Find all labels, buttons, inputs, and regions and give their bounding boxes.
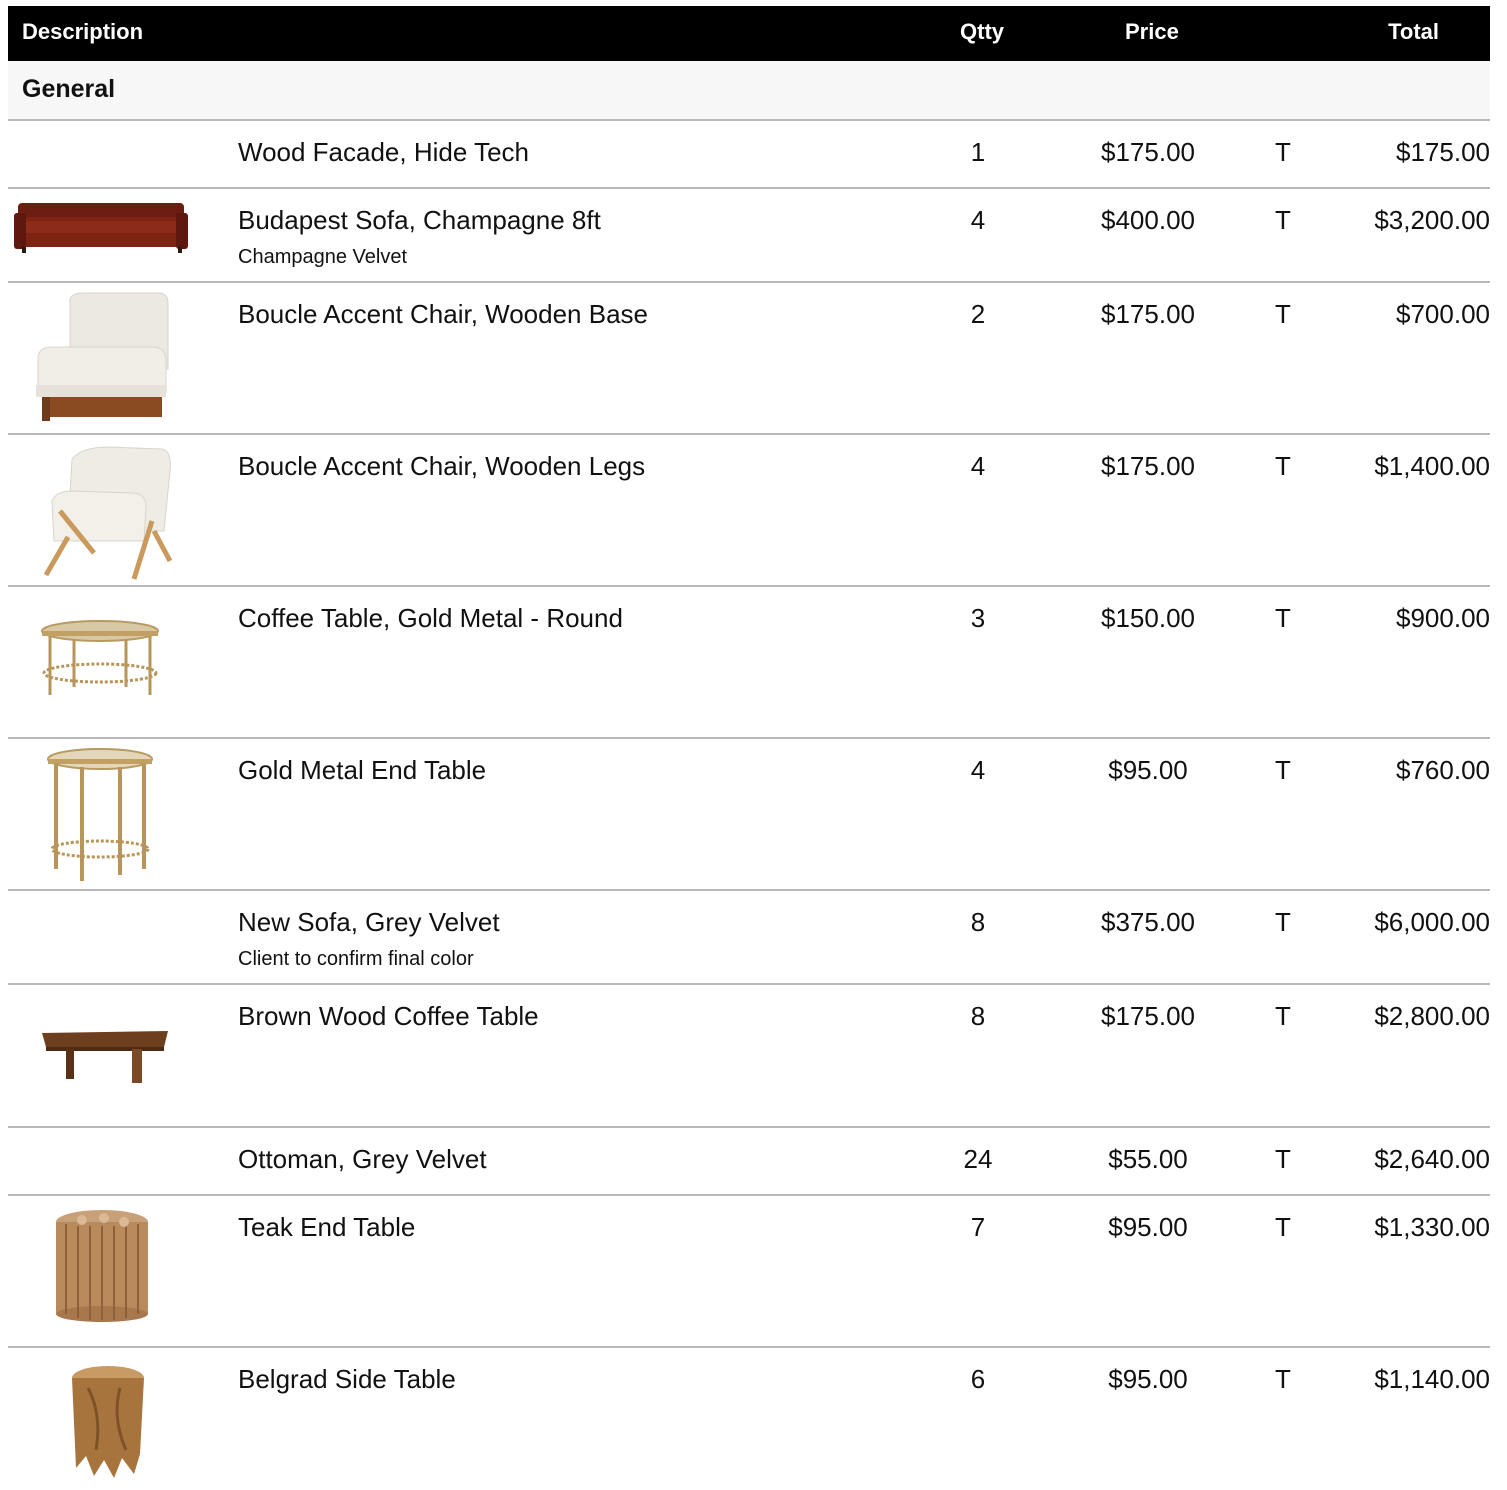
header-total: Total: [1388, 19, 1439, 44]
item-qty: 7: [970, 1212, 986, 1242]
item-tax-flag: T: [1275, 755, 1291, 785]
item-total: $1,400.00: [1374, 451, 1490, 481]
item-name: Wood Facade, Hide Tech: [238, 137, 529, 167]
teak-log-end-table-icon: [12, 1202, 194, 1332]
item-total: $760.00: [1396, 755, 1490, 785]
item-total: $175.00: [1396, 137, 1490, 167]
item-price: $175.00: [1101, 299, 1195, 329]
item-tax-flag: T: [1275, 1212, 1291, 1242]
table-row[interactable]: Budapest Sofa, Champagne 8ft Champagne V…: [8, 189, 1490, 283]
item-qty: 4: [970, 755, 986, 785]
item-note: Champagne Velvet: [238, 246, 408, 268]
quote-table: Description Qtty Price Total General Woo…: [8, 6, 1490, 1488]
item-tax-flag: T: [1275, 1144, 1291, 1174]
item-name: Boucle Accent Chair, Wooden Legs: [238, 451, 646, 481]
table-row[interactable]: Ottoman, Grey Velvet 24 $55.00 T $2,640.…: [8, 1128, 1490, 1196]
item-name: Belgrad Side Table: [238, 1364, 456, 1394]
item-price: $95.00: [1108, 1364, 1188, 1394]
item-total: $2,800.00: [1374, 1001, 1490, 1031]
item-price: $55.00: [1108, 1144, 1188, 1174]
rust-velvet-sofa-icon: [12, 195, 194, 265]
item-name: Brown Wood Coffee Table: [238, 1001, 539, 1031]
table-header: Description Qtty Price Total: [8, 6, 1490, 61]
item-tax-flag: T: [1275, 137, 1291, 167]
item-tax-flag: T: [1275, 299, 1291, 329]
table-row[interactable]: Coffee Table, Gold Metal - Round 3 $150.…: [8, 587, 1490, 739]
brown-wood-coffee-table-icon: [12, 991, 194, 1121]
item-total: $3,200.00: [1374, 205, 1490, 235]
item-total: $900.00: [1396, 603, 1490, 633]
item-price: $95.00: [1108, 1212, 1188, 1242]
item-qty: 1: [970, 137, 986, 167]
item-note: Client to confirm final color: [238, 948, 474, 970]
item-total: $6,000.00: [1374, 907, 1490, 937]
header-description: Description: [22, 19, 144, 44]
header-qty: Qtty: [960, 19, 1004, 44]
item-price: $175.00: [1101, 137, 1195, 167]
item-price: $175.00: [1101, 1001, 1195, 1031]
item-qty: 8: [970, 907, 986, 937]
item-total: $2,640.00: [1374, 1144, 1490, 1174]
table-row[interactable]: Boucle Accent Chair, Wooden Base 2 $175.…: [8, 283, 1490, 435]
table-row[interactable]: Belgrad Side Table 6 $95.00 T $1,140.00: [8, 1348, 1490, 1488]
boucle-chair-wood-base-icon: [12, 289, 194, 429]
item-tax-flag: T: [1275, 451, 1291, 481]
item-name: Budapest Sofa, Champagne 8ft: [238, 205, 601, 235]
item-total: $1,140.00: [1374, 1364, 1490, 1394]
item-name: New Sofa, Grey Velvet: [238, 907, 500, 937]
item-qty: 4: [970, 451, 986, 481]
item-name: Teak End Table: [238, 1212, 416, 1242]
item-qty: 2: [970, 299, 986, 329]
item-name: Coffee Table, Gold Metal - Round: [238, 603, 623, 633]
table-row[interactable]: New Sofa, Grey Velvet Client to confirm …: [8, 891, 1490, 985]
item-price: $375.00: [1101, 907, 1195, 937]
item-tax-flag: T: [1275, 603, 1291, 633]
item-name: Boucle Accent Chair, Wooden Base: [238, 299, 648, 329]
item-tax-flag: T: [1275, 1001, 1291, 1031]
item-tax-flag: T: [1275, 205, 1291, 235]
item-total: $1,330.00: [1374, 1212, 1490, 1242]
teak-stump-side-table-icon: [12, 1354, 194, 1484]
section-title: General: [22, 75, 116, 103]
gold-round-coffee-table-icon: [12, 593, 194, 723]
item-qty: 3: [970, 603, 986, 633]
item-qty: 24: [963, 1144, 993, 1174]
item-price: $400.00: [1101, 205, 1195, 235]
item-name: Gold Metal End Table: [238, 755, 487, 785]
item-qty: 8: [970, 1001, 986, 1031]
gold-end-table-icon: [12, 745, 194, 885]
table-row[interactable]: Boucle Accent Chair, Wooden Legs 4 $175.…: [8, 435, 1490, 587]
boucle-chair-wood-legs-icon: [12, 441, 194, 581]
item-price: $175.00: [1101, 451, 1195, 481]
table-row[interactable]: Gold Metal End Table 4 $95.00 T $760.00: [8, 739, 1490, 891]
item-name: Ottoman, Grey Velvet: [238, 1144, 487, 1174]
item-qty: 6: [970, 1364, 986, 1394]
section-header: General: [8, 61, 1490, 121]
table-row[interactable]: Brown Wood Coffee Table 8 $175.00 T $2,8…: [8, 985, 1490, 1128]
item-price: $95.00: [1108, 755, 1188, 785]
header-price: Price: [1125, 19, 1179, 44]
item-qty: 4: [970, 205, 986, 235]
table-row[interactable]: Wood Facade, Hide Tech 1 $175.00 T $175.…: [8, 121, 1490, 189]
item-total: $700.00: [1396, 299, 1490, 329]
table-row[interactable]: Teak End Table 7 $95.00 T $1,330.00: [8, 1196, 1490, 1348]
item-price: $150.00: [1101, 603, 1195, 633]
item-tax-flag: T: [1275, 1364, 1291, 1394]
item-tax-flag: T: [1275, 907, 1291, 937]
